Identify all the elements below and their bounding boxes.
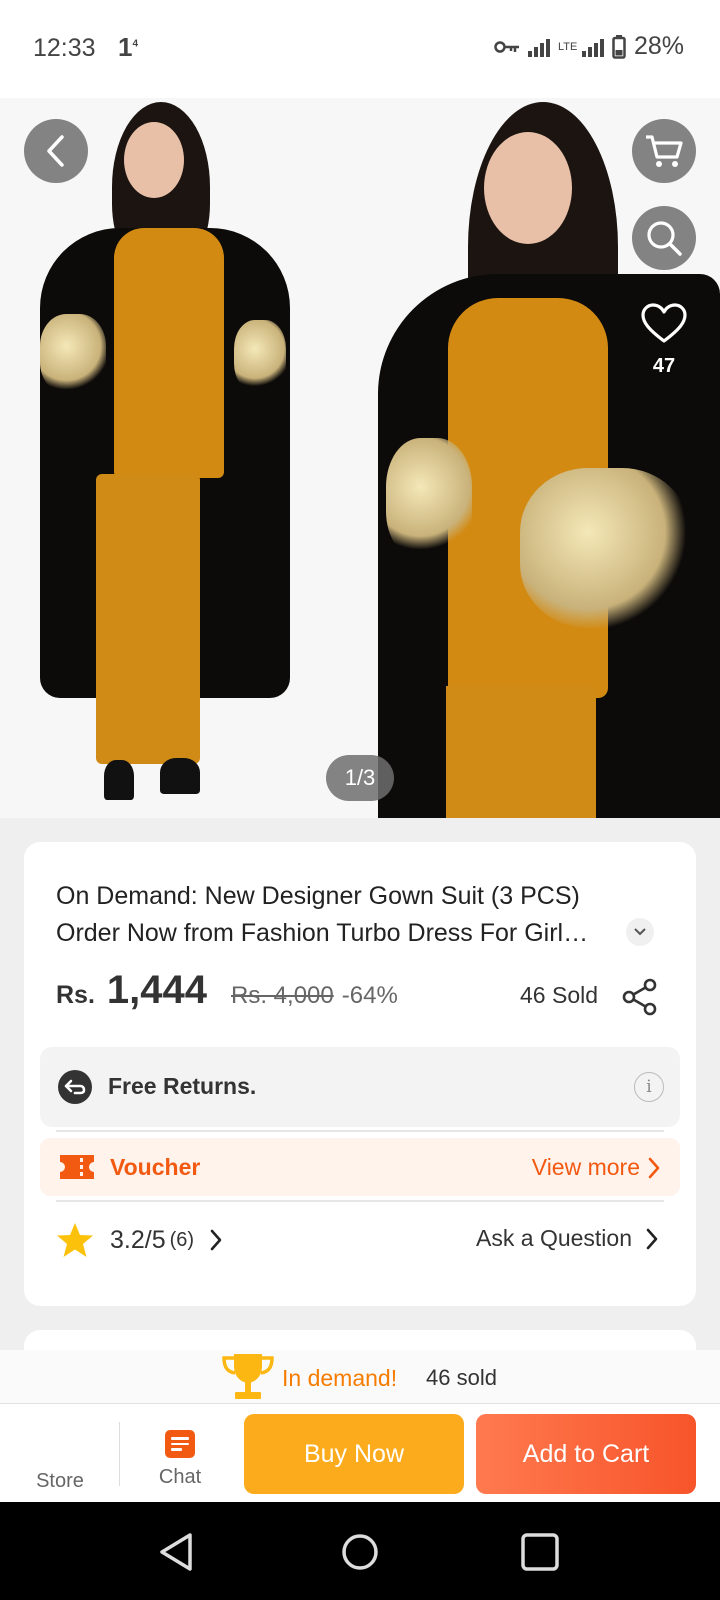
in-demand-label: In demand! — [282, 1365, 398, 1391]
rating-value: 3.2/5 — [110, 1225, 166, 1254]
nav-recents-icon[interactable] — [520, 1532, 560, 1572]
free-returns-label: Free Returns. — [108, 1073, 257, 1099]
nav-back-icon[interactable] — [158, 1532, 196, 1572]
chat-label: Chat — [158, 1466, 202, 1488]
battery-level: 28% — [633, 32, 684, 60]
battery-icon — [612, 34, 626, 59]
product-image-gallery[interactable]: 47 1/3 — [0, 98, 720, 818]
signal-icon — [527, 37, 550, 57]
add-to-cart-button[interactable]: Add to Cart — [476, 1414, 696, 1494]
vpn-key-icon — [494, 40, 519, 53]
shopping-cart-icon — [646, 135, 683, 167]
bottom-action-bar: Store Chat Buy Now Add to Cart — [0, 1404, 720, 1502]
product-title-line2: Order Now from Fashion Turbo Dress For G… — [56, 919, 589, 947]
chevron-right-icon — [648, 1157, 660, 1178]
image-page-indicator: 1/3 — [326, 755, 394, 801]
network-type: LTE — [557, 40, 578, 53]
chevron-down-icon — [634, 928, 646, 936]
price-row: Rs. 1,444 Rs. 4,000 -64% — [56, 968, 398, 1013]
search-button[interactable] — [632, 206, 696, 270]
original-price: Rs. 4,000 — [231, 982, 334, 1009]
ask-question-link[interactable]: Ask a Question — [476, 1225, 658, 1252]
share-icon — [622, 978, 657, 1016]
heart-icon — [641, 303, 687, 343]
star-icon — [57, 1223, 93, 1257]
share-button[interactable] — [622, 978, 658, 1021]
rating-count: (6) — [169, 1228, 195, 1251]
discount-percent: -64% — [341, 982, 398, 1009]
product-info-card: On Demand: New Designer Gown Suit (3 PCS… — [24, 842, 696, 1306]
product-title[interactable]: On Demand: New Designer Gown Suit (3 PCS… — [56, 878, 636, 952]
favorites-count: 47 — [652, 355, 676, 377]
rating-row[interactable]: 3.2/5 (6) — [56, 1222, 222, 1258]
chat-icon — [165, 1430, 195, 1458]
sold-count: 46 Sold — [520, 982, 599, 1008]
divider — [56, 1130, 664, 1132]
buy-now-button[interactable]: Buy Now — [244, 1414, 464, 1494]
favorite-button[interactable]: 47 — [636, 302, 692, 378]
notification-indicator: 14 — [118, 32, 139, 62]
cart-button[interactable] — [632, 119, 696, 183]
nav-home-icon[interactable] — [340, 1532, 380, 1572]
expand-title-button[interactable] — [626, 918, 654, 946]
store-button[interactable]: Store — [24, 1470, 96, 1493]
status-time: 12:33 — [33, 34, 96, 62]
in-demand-sold: 46 sold — [426, 1365, 497, 1390]
current-price: 1,444 — [106, 968, 208, 1012]
in-demand-banner: In demand! 46 sold — [0, 1350, 720, 1404]
search-icon — [647, 221, 682, 256]
trophy-icon — [222, 1354, 274, 1399]
voucher-label: Voucher — [110, 1154, 201, 1180]
divider — [119, 1422, 120, 1486]
chat-button[interactable]: Chat — [140, 1430, 220, 1489]
view-more-label: View more — [531, 1154, 640, 1180]
system-navigation-bar — [0, 1502, 720, 1600]
ask-question-label: Ask a Question — [476, 1225, 632, 1251]
free-returns-row[interactable]: Free Returns. i — [40, 1047, 680, 1127]
product-title-line1: On Demand: New Designer Gown Suit (3 PCS… — [56, 882, 580, 910]
signal-icon-2 — [581, 37, 604, 57]
voucher-icon — [60, 1155, 94, 1179]
status-icons: LTE 28% — [494, 32, 684, 61]
voucher-view-more[interactable]: View more — [532, 1154, 660, 1181]
back-button[interactable] — [24, 119, 88, 183]
product-image — [0, 98, 720, 818]
status-bar: 12:33 14 LTE 28% — [0, 0, 720, 98]
voucher-row[interactable]: Voucher View more — [40, 1138, 680, 1196]
chevron-left-icon — [47, 135, 64, 167]
chevron-right-icon — [210, 1229, 222, 1251]
return-icon — [58, 1070, 92, 1104]
divider — [56, 1200, 664, 1202]
info-icon[interactable]: i — [634, 1072, 664, 1102]
currency-label: Rs. — [56, 981, 95, 1009]
chevron-right-icon — [646, 1228, 658, 1249]
